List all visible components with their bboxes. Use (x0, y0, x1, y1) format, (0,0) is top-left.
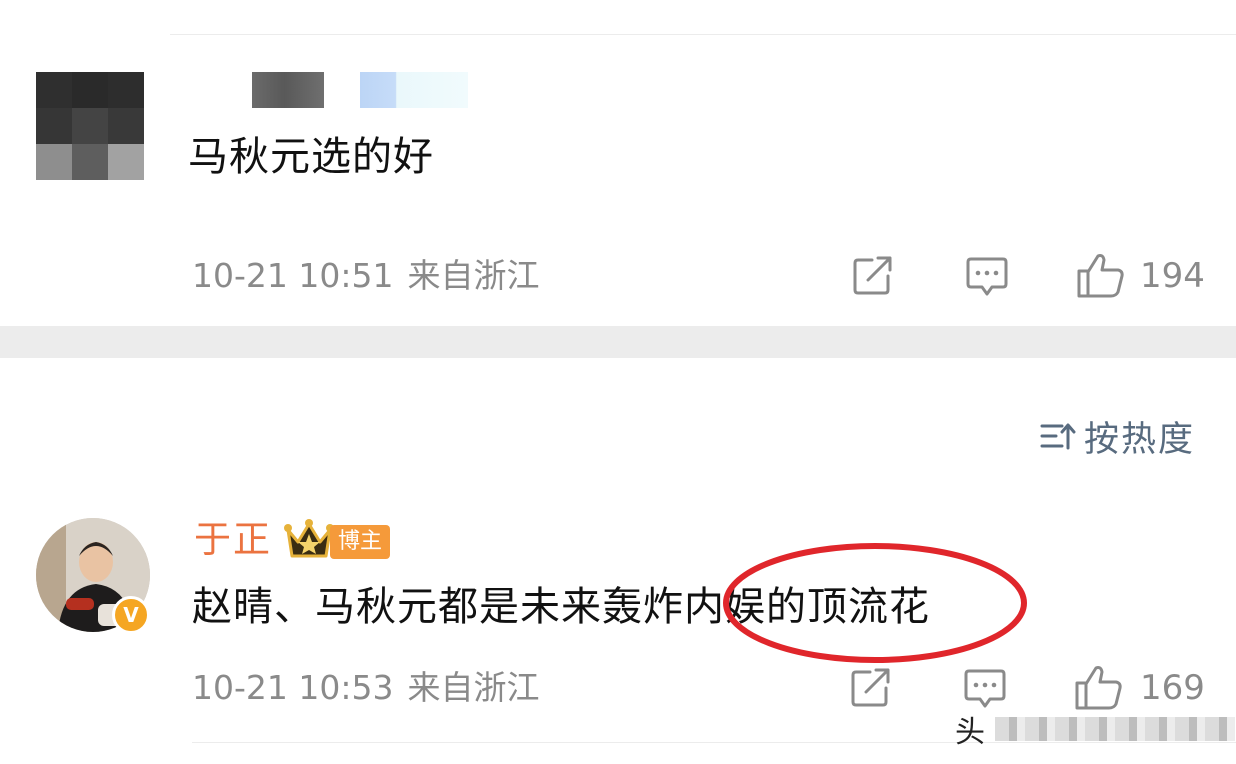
comment-time: 10-21 10:51 (192, 256, 394, 295)
watermark-text: 头 (955, 715, 985, 750)
crown-icon (284, 518, 334, 564)
comment-time: 10-21 10:53 (192, 668, 394, 707)
comment-text: 马秋元选的好 (188, 134, 434, 180)
share-icon[interactable] (852, 256, 894, 296)
comment-location: 来自浙江 (407, 668, 540, 707)
username[interactable]: 于正 (194, 516, 272, 564)
section-separator (0, 326, 1236, 358)
username-redacted[interactable] (252, 72, 324, 108)
like-count: 169 (1140, 668, 1205, 708)
verified-badge: V (112, 596, 150, 634)
sort-icon (1040, 422, 1076, 450)
avatar-pixelated[interactable] (36, 72, 144, 180)
thumbs-up-icon[interactable] (1076, 252, 1126, 298)
comment-meta: 10-21 10:51 来自浙江 (192, 256, 539, 296)
comment-icon[interactable] (966, 256, 1008, 298)
sort-by-hot-button[interactable]: 按热度 (1040, 412, 1195, 460)
thumbs-up-icon[interactable] (1074, 664, 1124, 710)
watermark-redacted (995, 717, 1235, 741)
comment-meta: 10-21 10:53 来自浙江 (192, 668, 539, 708)
comment-icon[interactable] (964, 668, 1006, 710)
watermark: 头 (955, 708, 1235, 750)
red-highlight-circle (720, 540, 1030, 670)
user-badge-redacted (360, 72, 468, 108)
share-icon[interactable] (850, 668, 892, 708)
blogger-badge: 博主 (330, 525, 391, 559)
top-divider (170, 34, 1236, 35)
comment-location: 来自浙江 (407, 256, 540, 295)
sort-label: 按热度 (1084, 419, 1196, 460)
like-count: 194 (1140, 256, 1205, 296)
